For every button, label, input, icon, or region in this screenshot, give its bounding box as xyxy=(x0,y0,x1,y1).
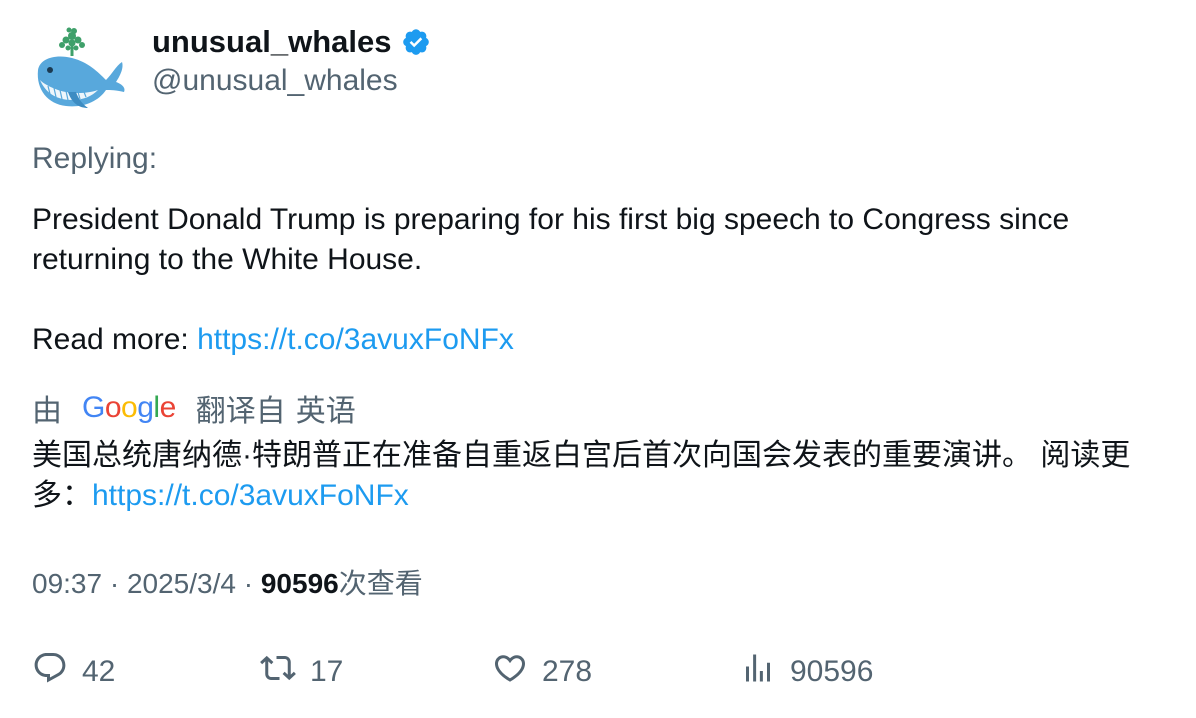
author-handle[interactable]: @unusual_whales xyxy=(152,62,398,100)
retweet-count: 17 xyxy=(310,655,344,688)
read-more-line: Read more: https://t.co/3avuxFoNFx xyxy=(32,320,1172,360)
action-bar: 42 17 278 90596 xyxy=(32,650,1172,694)
author-display-name[interactable]: unusual_whales xyxy=(152,22,391,62)
whale-avatar-icon[interactable] xyxy=(32,24,128,114)
translated-text: 美国总统唐纳德·特朗普正在准备自重返白宫后首次向国会发表的重要演讲。 阅读更多：… xyxy=(32,436,1152,516)
tweet-meta: 09:37 · 2025/3/4 · 90596次查看 xyxy=(32,566,423,602)
views-label: 次查看 xyxy=(338,568,423,599)
replying-label: Replying: xyxy=(32,142,158,175)
reply-count: 42 xyxy=(82,655,116,688)
meta-separator-2: · xyxy=(235,568,261,599)
read-more-label: Read more: xyxy=(32,323,198,356)
author-name-row[interactable]: unusual_whales xyxy=(152,22,431,62)
translated-by-label: 由 xyxy=(32,395,62,428)
views-button[interactable]: 90596 xyxy=(740,650,873,694)
analytics-icon xyxy=(740,650,776,694)
translation-attribution: 由 Google 翻译自 英语 xyxy=(32,386,356,430)
tweet-time[interactable]: 09:37 xyxy=(32,568,102,599)
verified-badge-icon xyxy=(401,27,431,57)
tweet-text: President Donald Trump is preparing for … xyxy=(32,203,1070,276)
tweet-date[interactable]: 2025/3/4 xyxy=(127,568,236,599)
tweet-body: President Donald Trump is preparing for … xyxy=(32,200,1172,360)
google-logo: Google xyxy=(82,391,176,424)
retweet-button[interactable]: 17 xyxy=(260,650,343,694)
meta-separator: · xyxy=(102,568,127,599)
reply-icon xyxy=(32,650,68,694)
tweet-card: unusual_whales @unusual_whales Replying:… xyxy=(0,0,1196,718)
translated-link[interactable]: https://t.co/3avuxFoNFx xyxy=(92,479,409,512)
like-count: 278 xyxy=(542,655,593,688)
source-language: 英语 xyxy=(295,395,356,428)
like-button[interactable]: 278 xyxy=(492,650,592,694)
views-action-count: 90596 xyxy=(790,655,874,688)
views-count: 90596 xyxy=(260,568,339,599)
tweet-link[interactable]: https://t.co/3avuxFoNFx xyxy=(197,323,514,356)
reply-button[interactable]: 42 xyxy=(32,650,115,694)
retweet-icon xyxy=(260,650,296,694)
heart-icon xyxy=(492,650,528,694)
translated-from-label: 翻译自 xyxy=(195,395,286,428)
